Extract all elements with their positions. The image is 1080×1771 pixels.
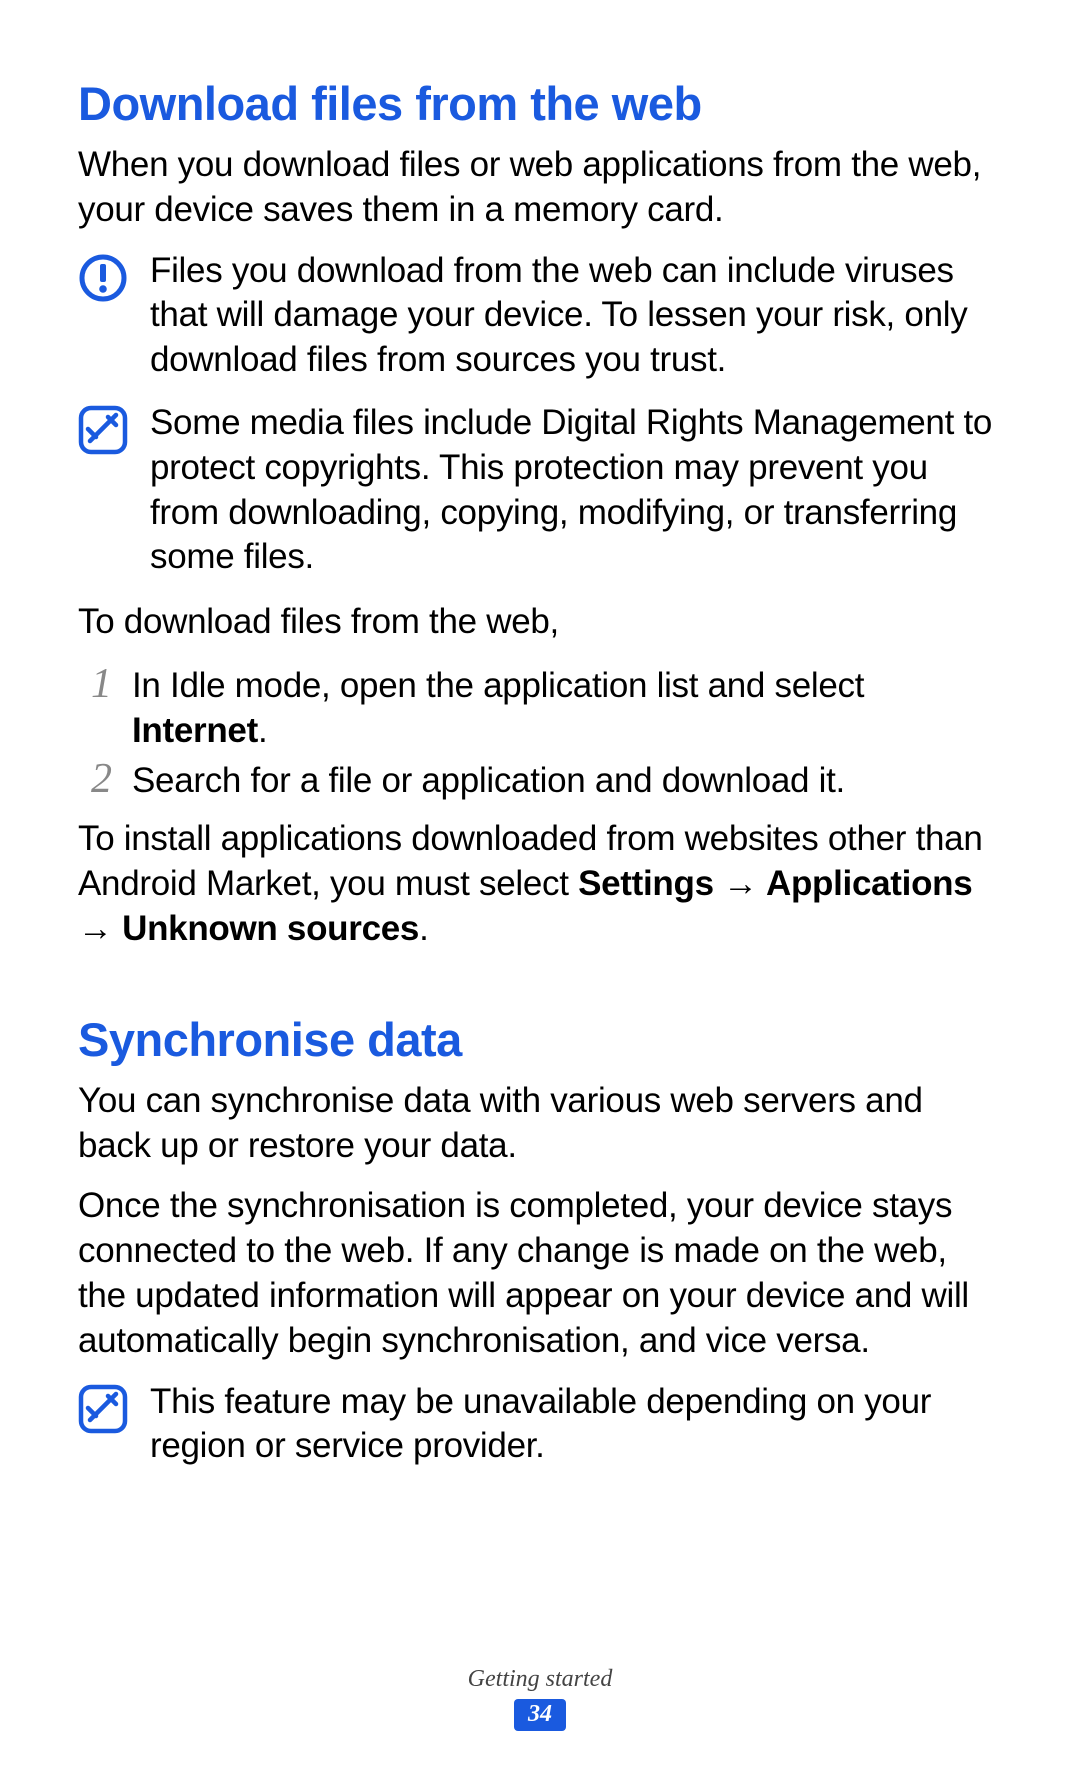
note-text-availability: This feature may be unavailable dependin… (150, 1380, 1002, 1470)
lead-text: To download files from the web, (78, 600, 1002, 645)
text-bold: Settings (578, 864, 714, 903)
text-bold: Unknown sources (122, 909, 419, 948)
note-callout-drm: Some media files include Digital Rights … (78, 401, 1002, 580)
step-text: Search for a file or application and dow… (132, 759, 1002, 804)
arrow: → (714, 864, 766, 903)
step-number: 2 (78, 756, 112, 802)
steps-list: 1 In Idle mode, open the application lis… (78, 661, 1002, 803)
step-2: 2 Search for a file or application and d… (78, 756, 1002, 804)
warning-callout: Files you download from the web can incl… (78, 249, 1002, 383)
step-text-part: . (258, 711, 267, 750)
step-text: In Idle mode, open the application list … (132, 664, 1002, 754)
intro-paragraph: When you download files or web applicati… (78, 143, 1002, 233)
heading-download-files: Download files from the web (78, 76, 1002, 131)
page-number-badge: 34 (514, 1699, 566, 1731)
step-number: 1 (78, 661, 112, 707)
install-instructions: To install applications downloaded from … (78, 817, 1002, 951)
step-1: 1 In Idle mode, open the application lis… (78, 661, 1002, 754)
text-bold: Applications (766, 864, 972, 903)
note-icon (78, 405, 128, 455)
note-text-drm: Some media files include Digital Rights … (150, 401, 1002, 580)
step-text-bold: Internet (132, 711, 258, 750)
note-callout-availability: This feature may be unavailable dependin… (78, 1380, 1002, 1470)
sync-details: Once the synchronisation is completed, y… (78, 1184, 1002, 1363)
document-page: Download files from the web When you dow… (0, 0, 1080, 1469)
note-icon (78, 1384, 128, 1434)
warning-icon (78, 253, 128, 303)
footer-section-title: Getting started (468, 1666, 613, 1693)
sync-intro: You can synchronise data with various we… (78, 1079, 1002, 1169)
arrow: → (78, 909, 122, 948)
heading-synchronise-data: Synchronise data (78, 1012, 1002, 1067)
step-text-part: In Idle mode, open the application list … (132, 666, 864, 705)
text-part: . (419, 909, 428, 948)
page-footer: Getting started 34 (0, 1666, 1080, 1731)
warning-text: Files you download from the web can incl… (150, 249, 1002, 383)
